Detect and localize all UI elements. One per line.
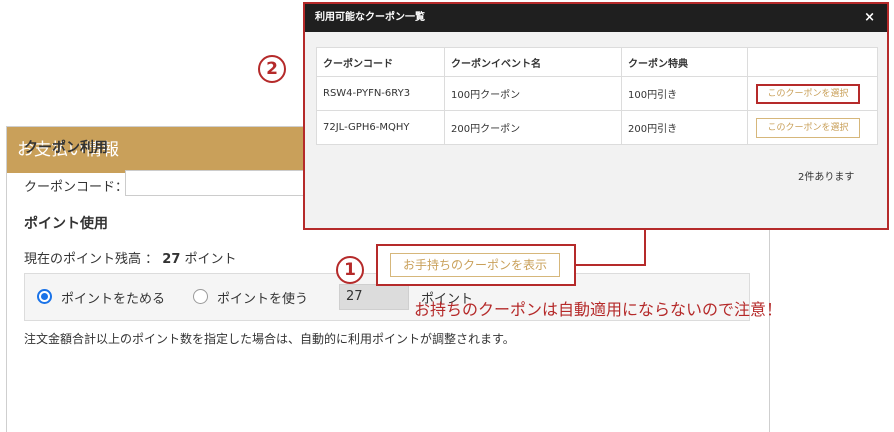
marker-one: 1: [336, 256, 364, 284]
show-coupons-button[interactable]: お手持ちのクーポンを表示: [390, 253, 560, 277]
coupon-table: クーポンコード クーポンイベント名 クーポン特典 RSW4-PYFN-6RY3 …: [316, 47, 878, 145]
warning-text: お持ちのクーポンは自動適用にならないので注意！: [414, 300, 783, 319]
show-coupons-highlight: お手持ちのクーポンを表示: [376, 244, 576, 286]
close-icon[interactable]: ×: [864, 4, 875, 32]
select-coupon-button[interactable]: このクーポンを選択: [756, 83, 860, 104]
radio-save-points[interactable]: [37, 289, 52, 304]
modal-title: 利用可能なクーポン一覧: [315, 12, 425, 23]
connector-line-horizontal: [576, 264, 646, 266]
result-count: 2件あります: [798, 172, 855, 183]
table-row: RSW4-PYFN-6RY3 100円クーポン 100円引き このクーポンを選択: [316, 76, 878, 111]
coupon-benefit-cell: 200円引き: [621, 110, 748, 145]
radio-save-points-label[interactable]: ポイントをためる: [61, 288, 165, 307]
point-balance: 現在のポイント残高 ： 27 ポイント: [24, 248, 237, 267]
point-balance-unit: ポイント: [184, 252, 237, 267]
point-balance-value: 27: [162, 252, 181, 267]
column-header-event: クーポンイベント名: [444, 47, 622, 77]
coupon-list-modal: 利用可能なクーポン一覧 × クーポンコード クーポンイベント名 クーポン特典 R…: [303, 2, 889, 230]
coupon-code-cell: RSW4-PYFN-6RY3: [316, 76, 445, 111]
coupon-benefit-cell: 100円引き: [621, 76, 748, 111]
points-amount-input[interactable]: 27: [339, 284, 409, 310]
column-header-code: クーポンコード: [316, 47, 445, 77]
table-row: 72JL-GPH6-MQHY 200円クーポン 200円引き このクーポンを選択: [316, 110, 878, 145]
radio-use-points[interactable]: [193, 289, 208, 304]
point-section-title: ポイント使用: [24, 216, 108, 232]
coupon-event-cell: 200円クーポン: [444, 110, 622, 145]
coupon-code-cell: 72JL-GPH6-MQHY: [316, 110, 445, 145]
modal-header: 利用可能なクーポン一覧 ×: [305, 4, 887, 32]
column-header-benefit: クーポン特典: [621, 47, 748, 77]
select-coupon-button[interactable]: このクーポンを選択: [756, 117, 860, 138]
coupon-section-title: クーポン利用: [24, 140, 108, 156]
coupon-code-label: クーポンコード：: [24, 180, 129, 195]
coupon-action-cell: このクーポンを選択: [747, 76, 878, 111]
connector-line-vertical: [644, 229, 646, 266]
coupon-action-cell: このクーポンを選択: [747, 110, 878, 145]
table-header-row: クーポンコード クーポンイベント名 クーポン特典: [316, 47, 878, 77]
radio-use-points-label[interactable]: ポイントを使う: [217, 288, 308, 307]
marker-two: 2: [258, 55, 286, 83]
point-balance-label: 現在のポイント残高 ：: [24, 252, 159, 267]
coupon-event-cell: 100円クーポン: [444, 76, 622, 111]
points-note: 注文金額合計以上のポイント数を指定した場合は、自動的に利用ポイントが調整されます…: [24, 332, 515, 346]
column-header-action: [747, 47, 878, 77]
